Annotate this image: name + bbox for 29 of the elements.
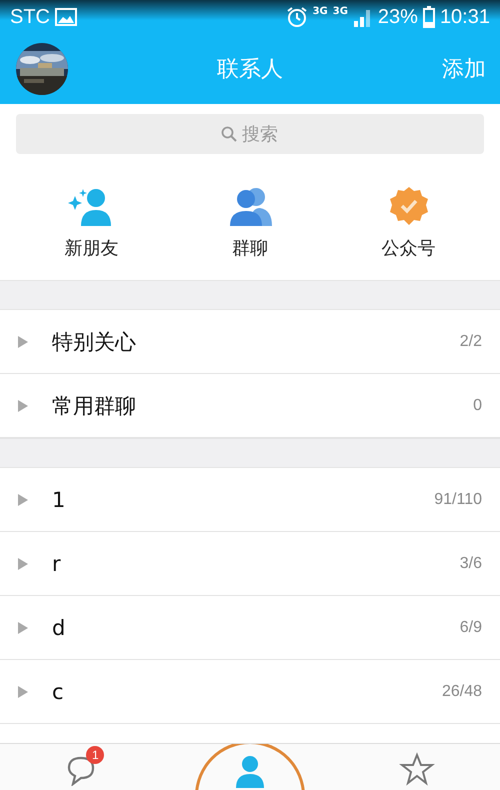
group-name: 1 xyxy=(52,488,66,512)
group-name: d xyxy=(52,616,66,640)
battery-percent: 23% xyxy=(378,6,418,28)
group-name: r xyxy=(52,552,61,576)
search-field[interactable]: 搜索 xyxy=(16,114,484,154)
group-count: 0 xyxy=(473,396,482,414)
contact-group-row[interactable]: 1 91/110 xyxy=(0,468,500,532)
tab-button[interactable]: 1 xyxy=(28,744,138,790)
shortcut-button[interactable]: 群聊 xyxy=(194,185,305,261)
group-count: 91/110 xyxy=(434,490,482,508)
shortcut-button[interactable]: 新朋友 xyxy=(36,185,146,261)
contact-group-row[interactable]: 特别关心 2/2 xyxy=(0,310,500,374)
contact-group-row[interactable]: r 3/6 xyxy=(0,532,500,596)
contact-group-row[interactable]: d 6/9 xyxy=(0,596,500,660)
contact-group-row[interactable]: c 26/48 xyxy=(0,660,500,724)
group-count: 6/9 xyxy=(460,618,482,636)
shortcut-button[interactable]: 公众号 xyxy=(354,185,464,261)
group-count: 2/2 xyxy=(460,332,482,350)
group-count: 3/6 xyxy=(460,554,482,572)
group-name: 特别关心 xyxy=(52,328,136,356)
network-type: 3G xyxy=(312,6,328,17)
group-name: 常用群聊 xyxy=(52,392,136,420)
group-count: 26/48 xyxy=(442,682,482,700)
network-type: 3G xyxy=(332,6,348,17)
carrier-name: STC xyxy=(10,6,50,28)
clock: 10:31 xyxy=(440,6,490,28)
screen-title: 联系人 xyxy=(217,56,283,84)
unread-badge: 1 xyxy=(86,746,104,764)
group-name: c xyxy=(52,680,64,704)
